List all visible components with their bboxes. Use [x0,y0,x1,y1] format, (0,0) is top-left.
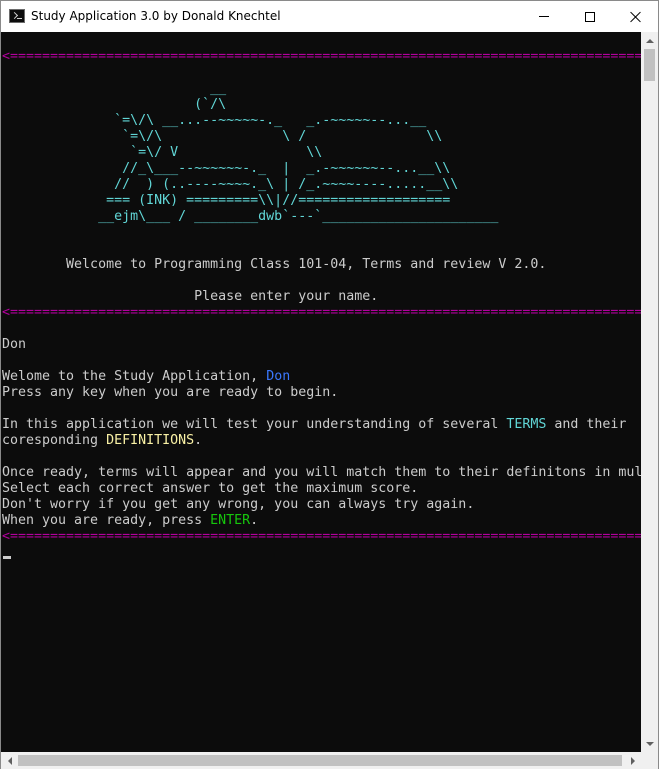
terms-highlight: TERMS [506,417,547,432]
text-cursor [3,556,11,559]
scroll-right-button[interactable] [624,752,641,769]
user-name-input: Don [2,337,27,352]
scroll-up-button[interactable] [641,32,658,49]
ascii-art-line-3: `=\/\ __...--~~~~~-._ _.-~~~~~--...__ [2,113,427,128]
ascii-art-line-6: //_\___--~~~~~~-._ | _.-~~~~~~--...__\\ [2,161,451,176]
arrow-up-icon [645,38,654,43]
vertical-scrollbar[interactable] [641,32,658,752]
separator-line-top: <=======================================… [2,49,641,64]
intro-line-2: coresponding DEFINITIONS. [2,433,202,449]
ascii-art-line-8: === (INK) =========\\|//================… [2,193,451,208]
greeting-name: Don [266,369,291,384]
intro-line-1: In this application we will test your un… [2,417,626,433]
scroll-left-button[interactable] [1,752,18,769]
ascii-art-line-2: (`/\ [2,97,227,112]
name-prompt: Please enter your name. [2,289,379,304]
maximize-button[interactable] [567,1,613,32]
separator-line-middle: <=======================================… [2,305,641,320]
minimize-icon [539,16,549,17]
ascii-art-line-4: `=\/\ \ / \\ [2,129,443,144]
maximize-icon [585,11,595,22]
separator-line-bottom: <=======================================… [2,529,641,544]
welcome-line: Welcome to Programming Class 101-04, Ter… [2,257,547,272]
dont-worry-line: Don't worry if you get any wrong, you ca… [2,497,475,512]
ascii-art-line-1: __ [2,81,227,96]
definitions-highlight: DEFINITIONS [106,433,195,448]
press-key-line: Press any key when you are ready to begi… [2,385,339,400]
scrollbar-corner [641,752,658,769]
console-app-icon[interactable] [9,9,25,23]
ascii-art-line-5: `=\/ V \\ [2,145,323,160]
title-bar[interactable]: Study Application 3.0 by Donald Knechtel [1,1,658,32]
intro2-suffix: . [194,433,203,448]
close-icon [630,11,642,23]
arrow-right-icon [630,756,635,765]
arrow-down-icon [645,741,654,746]
console-output[interactable]: <=======================================… [1,32,641,752]
window-title: Study Application 3.0 by Donald Knechtel [31,9,281,23]
intro-and-text: and their [546,417,627,432]
close-button[interactable] [613,1,659,32]
when-ready-text: When you are ready, press [2,513,211,528]
horizontal-scrollbar[interactable] [1,752,641,769]
ascii-art-line-9: __ejm\___ / ________dwb`---`____________… [2,209,499,224]
greeting-line: Welome to the Study Application, Don [2,369,290,385]
when-ready-suffix: . [250,513,259,528]
intro2-text: coresponding [2,433,107,448]
when-ready-line: When you are ready, press ENTER. [2,513,258,529]
scroll-down-button[interactable] [641,735,658,752]
enter-highlight: ENTER [210,513,251,528]
once-ready-line: Once ready, terms will appear and you wi… [2,465,641,480]
intro-text: In this application we will test your un… [2,417,507,432]
console-window: Study Application 3.0 by Donald Knechtel… [0,0,659,769]
arrow-left-icon [7,756,12,765]
vertical-scroll-thumb[interactable] [644,49,655,81]
horizontal-scroll-thumb[interactable] [18,755,622,766]
select-each-line: Select each correct answer to get the ma… [2,481,419,496]
greeting-text: Welome to the Study Application, [2,369,267,384]
minimize-button[interactable] [521,1,567,32]
ascii-art-line-7: // ) (..----~~~~._\ | /_.~~~~----.....__… [2,177,459,192]
